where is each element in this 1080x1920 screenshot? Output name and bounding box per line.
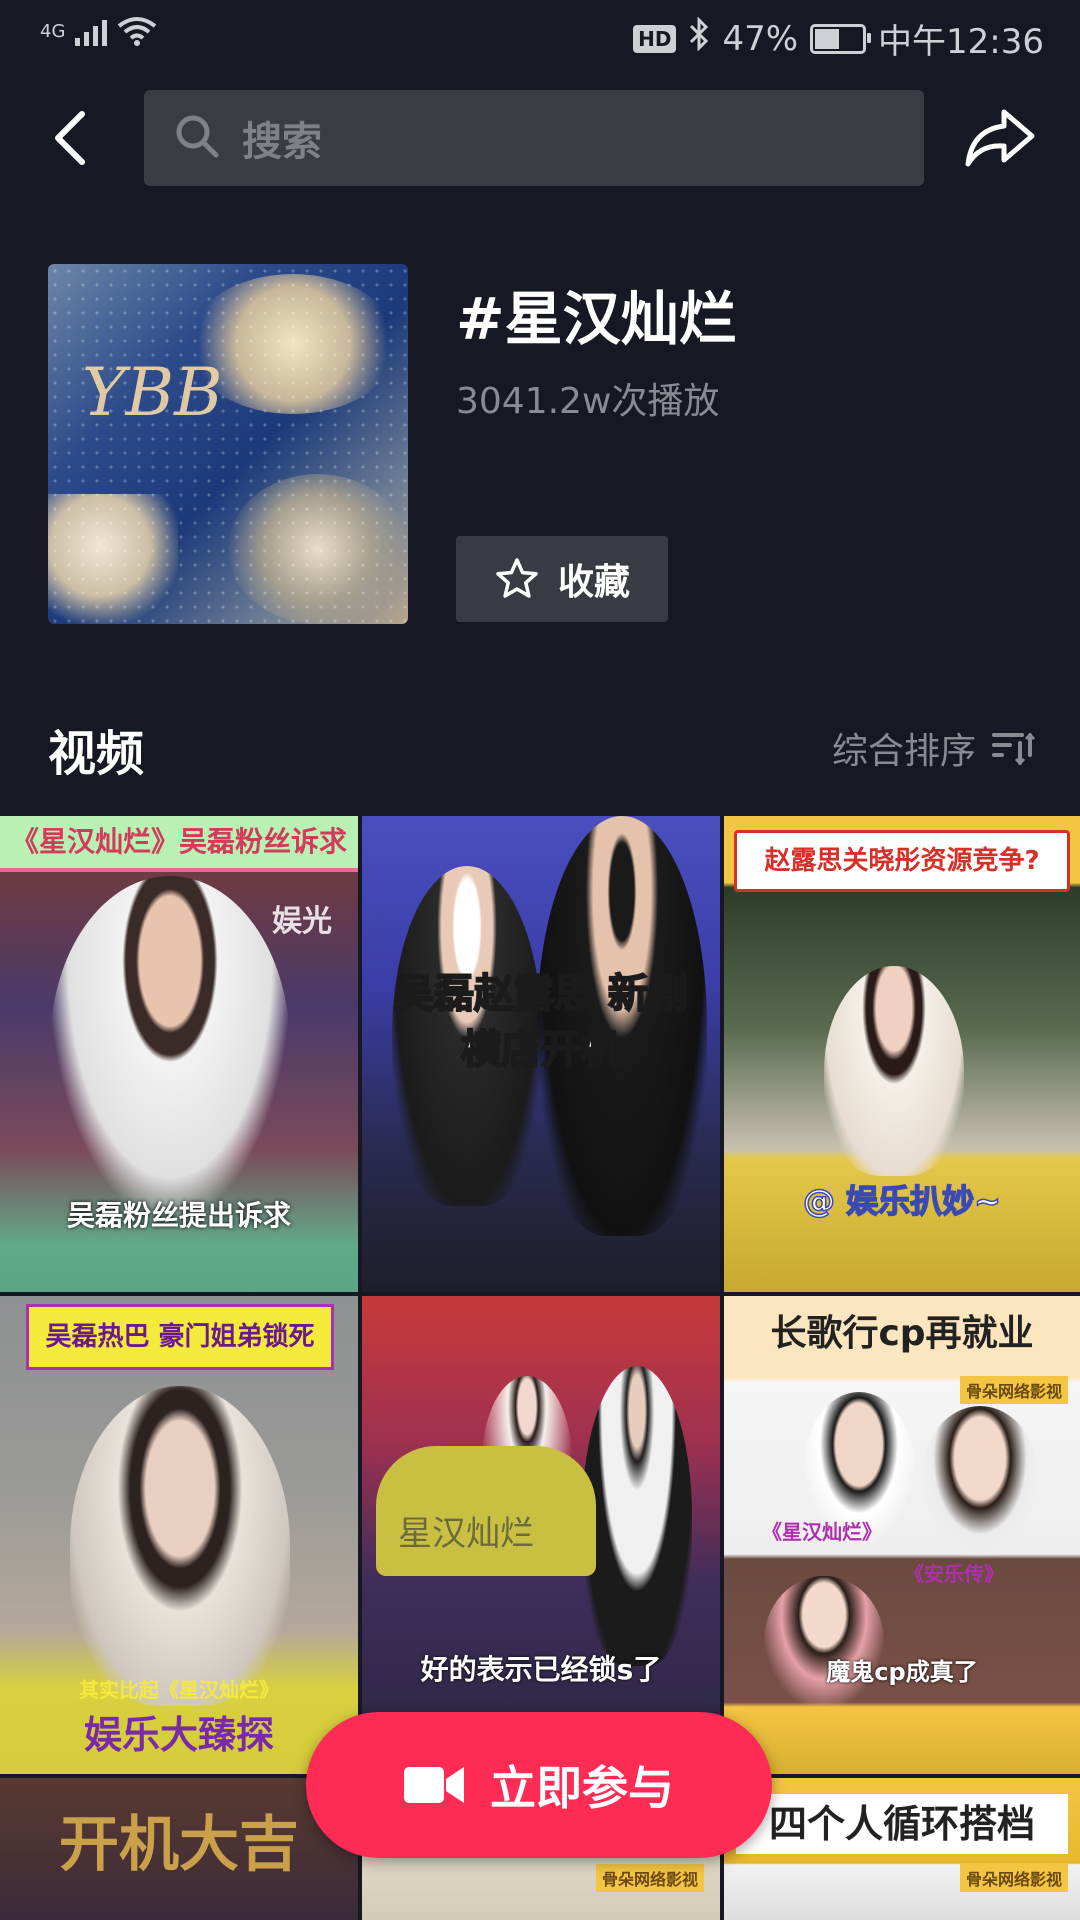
video-1-caption: 吴磊粉丝提出诉求 xyxy=(66,1199,291,1232)
video-tile-4[interactable]: 吴磊热巴 豪门姐弟锁死 其实比起《星汉灿烂》 娱乐大臻探 xyxy=(0,1296,358,1774)
sort-button[interactable]: 综合排序 xyxy=(832,722,1036,774)
video-tile-6[interactable]: 长歌行cp再就业 骨朵网络影视 《星汉灿烂》 《安乐传》 魔鬼cp成真了 xyxy=(724,1296,1080,1774)
video-tile-1[interactable]: 《星汉灿烂》吴磊粉丝诉求 娱光 吴磊粉丝提出诉求 xyxy=(0,816,358,1292)
video-tile-9[interactable]: 四个人循环搭档 骨朵网络影视 xyxy=(724,1778,1080,1920)
video-2-caption: 吴磊赵露思 新剧横店开机 xyxy=(393,970,689,1074)
video-7-banner: 开机大吉 xyxy=(59,1810,299,1880)
share-button[interactable] xyxy=(964,106,1036,170)
video-tile-3[interactable]: 赵露思关晓彤资源竞争? @ 娱乐扒妙~ xyxy=(724,816,1080,1292)
video-6-banner: 长歌行cp再就业 xyxy=(770,1313,1034,1354)
bluetooth-icon xyxy=(688,16,710,60)
wifi-icon xyxy=(117,16,157,46)
video-tile-7[interactable]: 开机大吉 xyxy=(0,1778,358,1920)
video-6-source: 骨朵网络影视 xyxy=(959,1376,1068,1404)
sort-icon xyxy=(992,732,1036,765)
play-count: 3041.2w次播放 xyxy=(456,381,720,422)
share-icon xyxy=(965,109,1035,167)
video-3-banner: 赵露思关晓彤资源竞争? xyxy=(734,830,1070,892)
clock: 中午12:36 xyxy=(878,22,1044,62)
top-bar: 搜索 xyxy=(0,88,1080,188)
video-1-watermark: 娱光 xyxy=(272,904,332,939)
status-right: HD 47% 中午12:36 xyxy=(633,14,1044,63)
video-6-tag1: 《星汉灿烂》 xyxy=(762,1520,882,1544)
battery-percent: 47% xyxy=(722,18,799,59)
video-tile-5[interactable]: 星汉灿烂 好的表示已经锁s了 xyxy=(362,1296,720,1774)
video-tile-2[interactable]: 吴磊赵露思 新剧横店开机 xyxy=(362,816,720,1292)
video-9-banner: 四个人循环搭档 xyxy=(736,1794,1068,1854)
status-left: 4G xyxy=(40,16,157,46)
video-6-tag2: 《安乐传》 xyxy=(904,1562,1004,1586)
sort-label: 综合排序 xyxy=(831,731,976,772)
video-4-caption-small: 其实比起《星汉灿烂》 xyxy=(79,1678,279,1702)
video-4-banner: 吴磊热巴 豪门姐弟锁死 xyxy=(26,1304,334,1370)
back-arrow-icon xyxy=(55,111,85,165)
collect-label: 收藏 xyxy=(557,562,630,603)
join-now-label: 立即参与 xyxy=(490,1761,674,1815)
cover-monogram: YBB xyxy=(82,354,223,431)
hashtag-title: #星汉灿烂 xyxy=(456,285,737,353)
star-icon xyxy=(496,558,538,598)
join-now-button[interactable]: 立即参与 xyxy=(306,1712,772,1858)
video-camera-icon xyxy=(404,1767,464,1803)
video-4-caption: 娱乐大臻探 xyxy=(83,1713,274,1757)
hd-badge: HD xyxy=(633,24,677,53)
search-placeholder: 搜索 xyxy=(242,119,322,165)
collect-button[interactable]: 收藏 xyxy=(456,536,668,622)
search-input[interactable]: 搜索 xyxy=(144,90,924,186)
battery-icon xyxy=(810,23,872,54)
search-icon xyxy=(174,113,220,163)
video-9-source: 骨朵网络影视 xyxy=(959,1864,1068,1892)
video-1-banner: 《星汉灿烂》吴磊粉丝诉求 xyxy=(0,816,358,872)
back-button[interactable] xyxy=(46,106,96,170)
network-label: 4G xyxy=(40,20,66,42)
video-5-caption: 好的表示已经锁s了 xyxy=(420,1653,662,1686)
signal-icon xyxy=(75,16,108,46)
video-3-caption: @ 娱乐扒妙~ xyxy=(802,1181,1001,1221)
video-6-caption: 魔鬼cp成真了 xyxy=(826,1658,978,1686)
video-8-source: 骨朵网络影视 xyxy=(595,1864,704,1892)
status-bar: 4G HD 47% 中午12:36 xyxy=(0,0,1080,72)
hashtag-cover-image: YBB xyxy=(48,264,408,624)
section-title: 视频 xyxy=(48,726,145,782)
video-5-prop-text: 星汉灿烂 xyxy=(398,1514,534,1554)
